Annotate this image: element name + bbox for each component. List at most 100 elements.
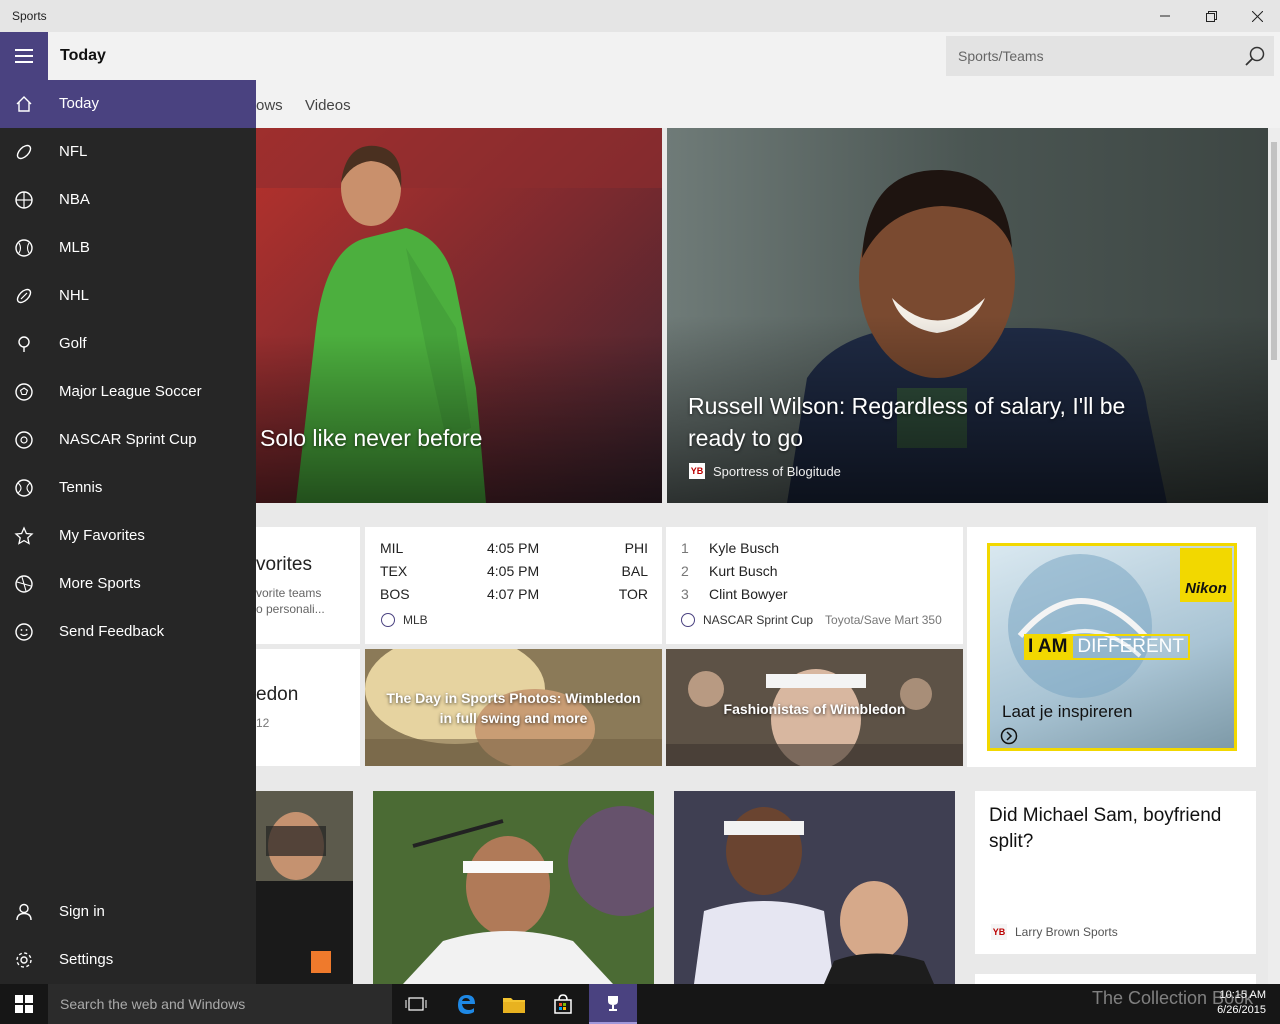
favorites-card[interactable]: vorites vorite teams o personali...	[256, 527, 360, 644]
restore-button[interactable]	[1188, 0, 1234, 32]
sidebar-item-sign-in[interactable]: Sign in	[0, 888, 256, 936]
story-card-baseball[interactable]	[256, 791, 353, 984]
minimize-button[interactable]	[1142, 0, 1188, 32]
league-label: MLB	[381, 613, 428, 627]
story-title: Did Michael Sam, boyfriend split?	[989, 805, 1222, 852]
sidebar-item-label: Tennis	[59, 479, 103, 496]
baseball-icon	[381, 613, 395, 627]
sidebar-item-nfl[interactable]: NFL	[0, 128, 256, 176]
mlb-scores-card[interactable]: MIL 4:05 PM PHI TEX 4:05 PM BAL BOS 4:07…	[365, 527, 662, 644]
away-team: BOS	[380, 586, 410, 602]
result-row: 3 Clint Bowyer	[681, 586, 949, 606]
source-name: Larry Brown Sports	[1015, 925, 1118, 939]
series-label: NASCAR Sprint Cup Toyota/Save Mart 350	[681, 613, 942, 627]
home-team: BAL	[621, 563, 648, 579]
sidebar-item-settings[interactable]: Settings	[0, 936, 256, 984]
sidebar-item-label: Sign in	[59, 903, 105, 920]
football-icon	[16, 144, 32, 160]
league-name: MLB	[403, 613, 428, 627]
close-button[interactable]	[1234, 0, 1280, 32]
person-icon	[16, 903, 32, 921]
sidebar-item-mlb[interactable]: MLB	[0, 224, 256, 272]
soccer-icon	[15, 383, 33, 401]
start-button[interactable]	[0, 984, 48, 1024]
sidebar-item-label: MLB	[59, 239, 90, 256]
ad-tagline: Laat je inspireren	[1002, 702, 1133, 721]
sidebar-item-nba[interactable]: NBA	[0, 176, 256, 224]
source-name: Sportress of Blogitude	[713, 463, 841, 479]
slogan-part-a: I AM	[1024, 634, 1072, 660]
search-input[interactable]: Sports/Teams	[958, 48, 1044, 64]
sidebar-item-mls[interactable]: Major League Soccer	[0, 368, 256, 416]
ad-slogan: I AM DIFFERENT	[1024, 634, 1191, 660]
taskbar-search[interactable]: Search the web and Windows	[48, 984, 392, 1024]
driver-name: Kyle Busch	[709, 540, 780, 556]
story-card-basketball[interactable]	[674, 791, 955, 984]
story-card-tennis[interactable]	[373, 791, 654, 984]
app-header: Today Sports/Teams	[0, 32, 1280, 80]
store-button[interactable]	[539, 984, 587, 1024]
sidebar-item-nhl[interactable]: NHL	[0, 272, 256, 320]
driver-name: Kurt Busch	[709, 563, 778, 579]
series-name: NASCAR Sprint Cup	[703, 613, 814, 627]
sidebar-item-send-feedback[interactable]: Send Feedback	[0, 608, 256, 656]
store-icon	[554, 994, 572, 1014]
score-row[interactable]: TEX 4:05 PM BAL	[380, 563, 648, 583]
wimbledon-sub: 12	[256, 716, 270, 730]
story-card-michael-sam[interactable]: Did Michael Sam, boyfriend split? YB Lar…	[975, 791, 1256, 954]
sports-app-button[interactable]	[589, 984, 637, 1024]
hero-story-russell-wilson[interactable]: Russell Wilson: Regardless of salary, I'…	[667, 128, 1268, 503]
hero-story-solo[interactable]: Solo like never before	[256, 128, 662, 503]
photo-card-fashionistas[interactable]: Fashionistas of Wimbledon	[666, 649, 963, 766]
task-view-icon	[405, 997, 427, 1011]
score-row[interactable]: BOS 4:07 PM TOR	[380, 586, 648, 606]
sidebar-item-golf[interactable]: Golf	[0, 320, 256, 368]
system-tray-clock[interactable]: 10:15 AM 6/26/2015	[1217, 988, 1266, 1018]
taskbar-search-input[interactable]: Search the web and Windows	[60, 996, 245, 1012]
arrow-circle-icon[interactable]	[1000, 727, 1018, 745]
sidebar-item-label: Send Feedback	[59, 623, 165, 640]
scrollbar-thumb[interactable]	[1271, 142, 1277, 360]
wimbledon-title: edon	[256, 684, 299, 705]
sidebar-item-more-sports[interactable]: More Sports	[0, 560, 256, 608]
game-time: 4:05 PM	[487, 540, 540, 556]
advertisement-card[interactable]: Nikon I AM DIFFERENT Laat je inspireren	[967, 527, 1256, 767]
hamburger-menu-button[interactable]	[0, 32, 48, 80]
page-title: Today	[60, 47, 106, 64]
score-row[interactable]: MIL 4:05 PM PHI	[380, 540, 648, 560]
sidebar-item-today[interactable]: Today	[0, 80, 256, 128]
edge-browser-button[interactable]	[442, 984, 490, 1024]
photo-basketball-coach	[674, 791, 955, 984]
hero-title[interactable]: Solo like never before	[260, 422, 658, 454]
source-logo-icon: YB	[689, 463, 705, 479]
nascar-results-card[interactable]: 1 Kyle Busch 2 Kurt Busch 3 Clint Bowyer…	[666, 527, 963, 644]
search-box[interactable]: Sports/Teams	[946, 36, 1274, 76]
hero-source: YB Sportress of Blogitude	[689, 463, 841, 479]
sidebar-item-tennis[interactable]: Tennis	[0, 464, 256, 512]
source-logo-icon: YB	[991, 924, 1007, 940]
game-time: 4:07 PM	[487, 586, 540, 602]
vertical-scrollbar[interactable]	[1268, 128, 1280, 984]
star-icon	[14, 526, 34, 545]
story-card-partial[interactable]	[975, 974, 1256, 984]
tab-videos[interactable]: Videos	[305, 97, 351, 114]
sidebar-item-my-favorites[interactable]: My Favorites	[0, 512, 256, 560]
search-icon[interactable]	[1244, 45, 1266, 67]
hamburger-icon	[15, 55, 33, 57]
home-team: PHI	[624, 540, 648, 556]
window-title: Sports	[12, 9, 47, 23]
sidebar-item-nascar[interactable]: NASCAR Sprint Cup	[0, 416, 256, 464]
sidebar-item-label: My Favorites	[59, 527, 145, 544]
photo-card-day-in-sports[interactable]: The Day in Sports Photos: Wimbledon in f…	[365, 649, 662, 766]
hero-title[interactable]: Russell Wilson: Regardless of salary, I'…	[688, 390, 1128, 454]
driver-name: Clint Bowyer	[709, 586, 788, 602]
tab-shows[interactable]: ows	[256, 97, 283, 114]
title-bar: Sports	[0, 0, 1280, 32]
task-view-button[interactable]	[392, 984, 440, 1024]
result-row: 1 Kyle Busch	[681, 540, 949, 560]
minimize-icon	[1160, 15, 1170, 17]
ad-banner[interactable]: Nikon I AM DIFFERENT Laat je inspireren	[987, 543, 1237, 751]
photo-card-title: The Day in Sports Photos: Wimbledon in f…	[386, 690, 641, 726]
wimbledon-card[interactable]: edon 12	[256, 649, 360, 766]
file-explorer-button[interactable]	[490, 984, 538, 1024]
